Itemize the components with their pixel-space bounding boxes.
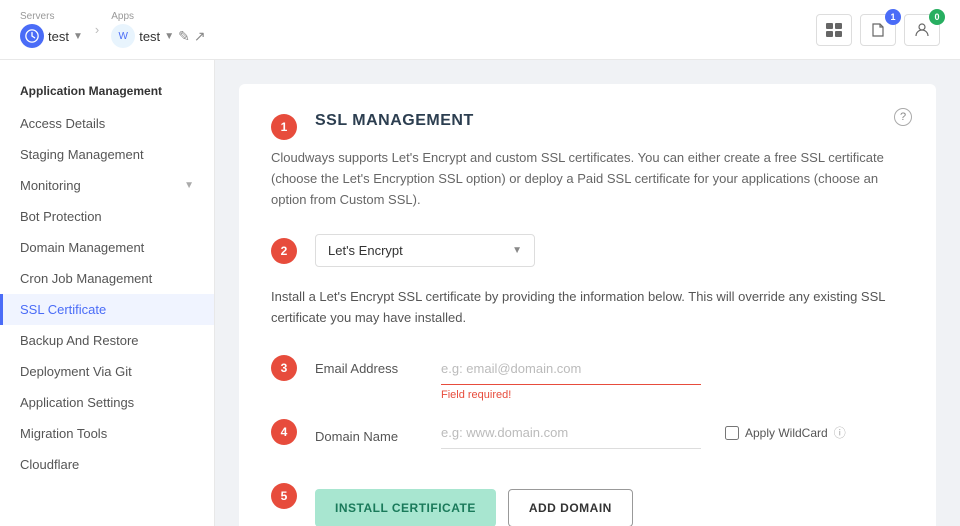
domain-field-row: Domain Name Apply WildCard ⓘ <box>315 417 846 449</box>
ssl-type-dropdown[interactable]: Let's Encrypt ▼ <box>315 234 535 267</box>
app-icon: W <box>111 24 135 48</box>
apps-label: Apps <box>111 11 205 22</box>
apps-section: Apps W test ▼ ✎ ↗ <box>111 11 205 48</box>
section-title-wrap: SSL MANAGEMENT <box>315 112 474 142</box>
wildcard-checkbox[interactable] <box>725 426 739 440</box>
sidebar-item-label: Access Details <box>20 116 105 131</box>
layout-button[interactable] <box>816 14 852 46</box>
email-error: Field required! <box>441 389 701 401</box>
sidebar-item-label: Cron Job Management <box>20 271 152 286</box>
main-layout: Application Management Access Details St… <box>0 60 960 526</box>
domain-input-row: Apply WildCard ⓘ <box>441 417 846 449</box>
server-chevron-icon: ▼ <box>73 31 83 42</box>
users-button[interactable]: 0 <box>904 14 940 46</box>
sidebar-item-application-settings[interactable]: Application Settings <box>0 387 214 418</box>
files-button[interactable]: 1 <box>860 14 896 46</box>
server-icon <box>20 24 44 48</box>
servers-section: Servers test ▼ <box>20 11 83 48</box>
sidebar-item-bot-protection[interactable]: Bot Protection <box>0 201 214 232</box>
sidebar-item-label: Deployment Via Git <box>20 364 132 379</box>
sidebar-item-deployment-via-git[interactable]: Deployment Via Git <box>0 356 214 387</box>
external-link-icon[interactable]: ↗ <box>194 28 206 45</box>
app-chevron-icon: ▼ <box>164 31 174 42</box>
header-nav: Servers test ▼ › Apps W test ▼ ✎ ↗ <box>20 11 206 48</box>
step5-row: 5 INSTALL CERTIFICATE ADD DOMAIN <box>271 465 904 526</box>
users-badge: 0 <box>929 9 945 25</box>
help-icon[interactable]: ? <box>894 108 912 126</box>
step2-marker: 2 <box>271 238 297 264</box>
section-title: SSL MANAGEMENT <box>315 112 474 130</box>
step3-marker: 3 <box>271 355 297 381</box>
sidebar-item-label: Cloudflare <box>20 457 79 472</box>
sidebar-item-label: Monitoring <box>20 178 81 193</box>
wildcard-label: Apply WildCard <box>745 426 828 440</box>
email-field-row: Email Address Field required! <box>315 353 701 401</box>
dropdown-arrow-icon: ▼ <box>512 245 522 256</box>
sidebar-item-monitoring[interactable]: Monitoring ▼ <box>0 170 214 201</box>
step5-marker: 5 <box>271 483 297 509</box>
sidebar-item-cron-job-management[interactable]: Cron Job Management <box>0 263 214 294</box>
add-domain-button[interactable]: ADD DOMAIN <box>508 489 633 526</box>
servers-label: Servers <box>20 11 83 22</box>
sidebar-item-access-details[interactable]: Access Details <box>0 108 214 139</box>
section-description: Cloudways supports Let's Encrypt and cus… <box>271 148 904 210</box>
email-input-wrap: Field required! <box>441 353 701 401</box>
server-name: test <box>48 29 69 44</box>
email-input[interactable] <box>441 353 701 385</box>
sidebar: Application Management Access Details St… <box>0 60 215 526</box>
sidebar-item-label: Backup And Restore <box>20 333 139 348</box>
sidebar-item-cloudflare[interactable]: Cloudflare <box>0 449 214 480</box>
app-header: Servers test ▼ › Apps W test ▼ ✎ ↗ <box>0 0 960 60</box>
sidebar-item-staging-management[interactable]: Staging Management <box>0 139 214 170</box>
step3-row: 3 Email Address Field required! <box>271 353 904 401</box>
sidebar-item-domain-management[interactable]: Domain Management <box>0 232 214 263</box>
files-badge: 1 <box>885 9 901 25</box>
content-area: ? 1 SSL MANAGEMENT Cloudways supports Le… <box>215 60 960 526</box>
sidebar-item-label: Staging Management <box>20 147 144 162</box>
domain-input[interactable] <box>441 417 701 449</box>
step1-row: 1 SSL MANAGEMENT <box>271 112 904 142</box>
install-certificate-button[interactable]: INSTALL CERTIFICATE <box>315 489 496 526</box>
info-icon[interactable]: ⓘ <box>834 424 846 441</box>
step4-row: 4 Domain Name Apply WildCard ⓘ <box>271 417 904 449</box>
sidebar-item-label: Application Settings <box>20 395 134 410</box>
step1-marker: 1 <box>271 114 297 140</box>
sidebar-item-label: SSL Certificate <box>20 302 106 317</box>
sidebar-item-label: Migration Tools <box>20 426 107 441</box>
sidebar-item-migration-tools[interactable]: Migration Tools <box>0 418 214 449</box>
server-selector[interactable]: test ▼ <box>20 24 83 48</box>
sidebar-item-ssl-certificate[interactable]: SSL Certificate <box>0 294 214 325</box>
breadcrumb-arrow: › <box>95 22 99 37</box>
step2-row: 2 Let's Encrypt ▼ <box>271 234 904 267</box>
header-actions: 1 0 <box>816 14 940 46</box>
app-selector[interactable]: W test ▼ ✎ ↗ <box>111 24 205 48</box>
email-label: Email Address <box>315 353 425 376</box>
wildcard-wrap: Apply WildCard ⓘ <box>725 424 846 441</box>
sidebar-item-backup-restore[interactable]: Backup And Restore <box>0 325 214 356</box>
sidebar-section-title: Application Management <box>0 76 214 108</box>
sidebar-item-label: Bot Protection <box>20 209 102 224</box>
sidebar-item-label: Domain Management <box>20 240 144 255</box>
action-buttons: INSTALL CERTIFICATE ADD DOMAIN <box>315 489 633 526</box>
chevron-down-icon: ▼ <box>184 180 194 191</box>
content-card: ? 1 SSL MANAGEMENT Cloudways supports Le… <box>239 84 936 526</box>
install-description: Install a Let's Encrypt SSL certificate … <box>271 287 891 329</box>
ssl-dropdown-value: Let's Encrypt <box>328 243 403 258</box>
step4-marker: 4 <box>271 419 297 445</box>
app-name: test <box>139 29 160 44</box>
edit-icon[interactable]: ✎ <box>178 28 190 45</box>
domain-label: Domain Name <box>315 421 425 444</box>
